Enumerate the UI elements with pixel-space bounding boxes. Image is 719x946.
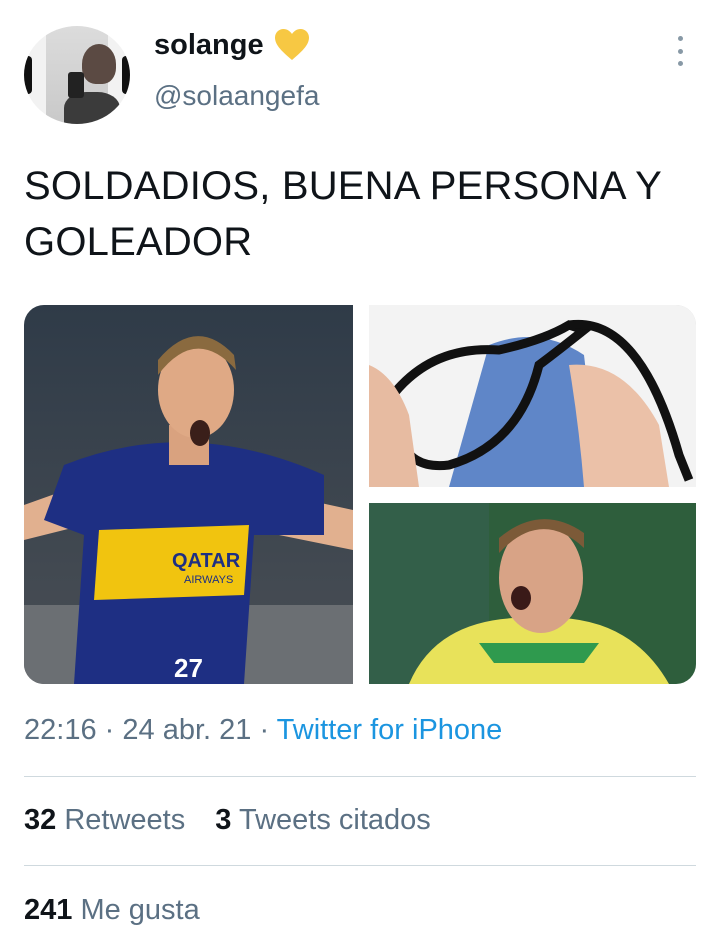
retweets-label: Retweets	[64, 804, 186, 836]
avatar[interactable]	[24, 26, 130, 124]
tweet-date[interactable]: 24 abr. 21	[122, 714, 251, 746]
yellow-heart-icon	[274, 29, 309, 60]
more-options-button[interactable]	[668, 34, 692, 68]
tweet-header: solange @solaangefa	[0, 0, 719, 140]
goalkeeper-shouting-image	[369, 503, 696, 684]
engagement-stats: 32 Retweets 3 Tweets citados	[24, 804, 453, 837]
tweet-text: SOLDADIOS, BUENA PERSONA Y GOLEADOR	[24, 164, 662, 264]
more-dot-icon	[677, 61, 683, 66]
divider	[24, 776, 696, 777]
meta-separator: ·	[104, 714, 115, 746]
more-dot-icon	[677, 48, 683, 54]
media-grid: QATAR AIRWAYS 27	[24, 305, 696, 684]
media-photo-goalkeeper[interactable]	[369, 503, 696, 684]
tweet-source-link[interactable]: Twitter for iPhone	[277, 714, 503, 746]
retweets-count: 32	[24, 804, 57, 836]
likes-stat[interactable]: 241 Me gusta	[24, 894, 200, 927]
author-name-row[interactable]: solange	[154, 28, 310, 62]
meta-separator: ·	[259, 714, 270, 746]
quotes-label: Tweets citados	[238, 804, 431, 836]
display-name[interactable]: solange	[154, 29, 264, 62]
retweets-stat[interactable]: 32 Retweets	[24, 804, 193, 836]
player-celebrating-image: QATAR AIRWAYS 27	[24, 305, 353, 684]
jersey-sponsor-subtext: AIRWAYS	[184, 574, 233, 586]
tweet-meta: 22:16 · 24 abr. 21 · Twitter for iPhone	[24, 714, 502, 747]
media-photo-player[interactable]: QATAR AIRWAYS 27	[24, 305, 353, 684]
likes-label: Me gusta	[80, 894, 200, 926]
media-photo-glasses[interactable]	[369, 305, 696, 487]
quotes-count: 3	[215, 804, 232, 836]
jersey-sponsor-text: QATAR	[172, 550, 241, 572]
quote-tweets-stat[interactable]: 3 Tweets citados	[215, 804, 431, 836]
divider	[24, 865, 696, 866]
likes-count: 241	[24, 894, 73, 926]
author-handle[interactable]: @solaangefa	[154, 80, 319, 112]
more-dot-icon	[677, 36, 683, 41]
jersey-number: 27	[174, 653, 203, 683]
glasses-cleaning-image	[369, 305, 696, 487]
tweet-time[interactable]: 22:16	[24, 714, 97, 746]
